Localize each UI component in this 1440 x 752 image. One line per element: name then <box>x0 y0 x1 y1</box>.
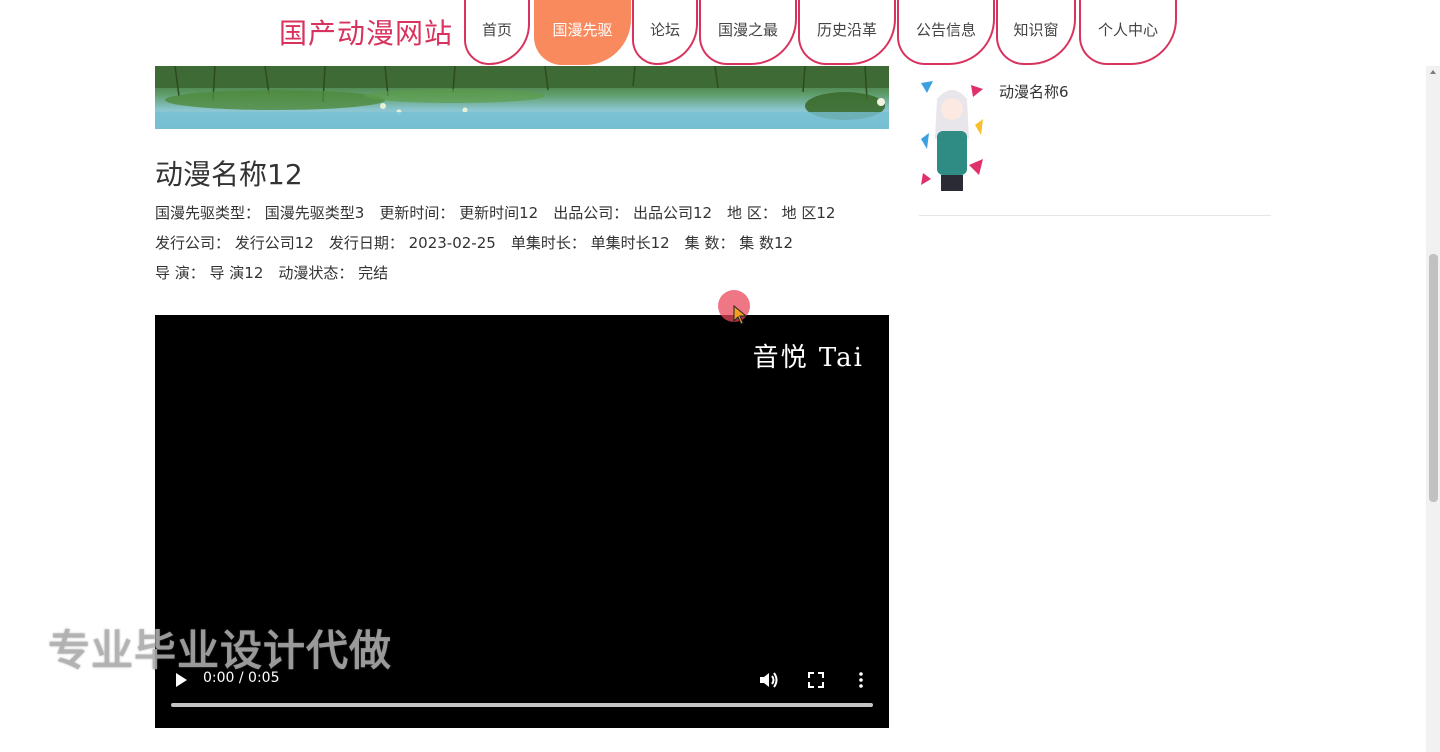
site-title[interactable]: 国产动漫网站 <box>279 12 453 52</box>
field-status: 动漫状态： 完结 <box>278 264 389 282</box>
nav-item-pioneers[interactable]: 国漫先驱 <box>534 0 631 65</box>
field-release-date: 发行日期： 2023-02-25 <box>328 234 496 252</box>
more-vert-icon[interactable] <box>858 670 864 690</box>
sidebar-item-name[interactable]: 动漫名称6 <box>999 81 1069 102</box>
cursor-icon <box>733 305 748 325</box>
field-type: 国漫先驱类型： 国漫先驱类型3 <box>155 204 365 222</box>
field-region: 地 区： 地 区12 <box>727 204 836 222</box>
nav-item-knowledge[interactable]: 知识窗 <box>996 0 1076 65</box>
field-episode-length: 单集时长： 单集时长12 <box>510 234 670 252</box>
volume-icon[interactable] <box>758 670 780 690</box>
fullscreen-icon[interactable] <box>807 671 825 689</box>
field-update-time: 更新时间： 更新时间12 <box>379 204 539 222</box>
scroll-up-arrow-icon[interactable] <box>1430 70 1436 74</box>
field-director: 导 演： 导 演12 <box>155 264 264 282</box>
anime-thumbnail[interactable] <box>919 79 985 195</box>
nav-item-history[interactable]: 历史沿革 <box>798 0 896 65</box>
sidebar-item[interactable]: 动漫名称6 <box>919 79 1271 216</box>
top-navigation: 国产动漫网站 首页 国漫先驱 论坛 国漫之最 历史沿革 公告信息 知识窗 个人中… <box>0 0 1440 66</box>
video-watermark: 音悦 Tai <box>752 343 864 373</box>
nav-item-forum[interactable]: 论坛 <box>632 0 698 65</box>
field-producer: 出品公司： 出品公司12 <box>553 204 713 222</box>
nav-item-best[interactable]: 国漫之最 <box>699 0 797 65</box>
video-progress-bar[interactable] <box>171 703 873 707</box>
nav-item-profile[interactable]: 个人中心 <box>1079 0 1177 65</box>
nav-item-home[interactable]: 首页 <box>464 0 530 65</box>
field-publisher: 发行公司： 发行公司12 <box>155 234 314 252</box>
banner-image <box>155 66 889 129</box>
overlay-watermark: 专业毕业设计代做 <box>48 626 393 675</box>
field-episodes: 集 数： 集 数12 <box>684 234 794 252</box>
meta-line-2: 发行公司： 发行公司12 发行日期： 2023-02-25 单集时长： 单集时长12… <box>155 232 808 253</box>
anime-title: 动漫名称12 <box>155 158 303 191</box>
nav-item-announcements[interactable]: 公告信息 <box>897 0 995 65</box>
meta-line-3: 导 演： 导 演12 动漫状态： 完结 <box>155 262 403 283</box>
meta-line-1: 国漫先驱类型： 国漫先驱类型3 更新时间： 更新时间12 出品公司： 出品公司12 地… <box>155 202 850 223</box>
scrollbar-thumb[interactable] <box>1429 254 1438 502</box>
